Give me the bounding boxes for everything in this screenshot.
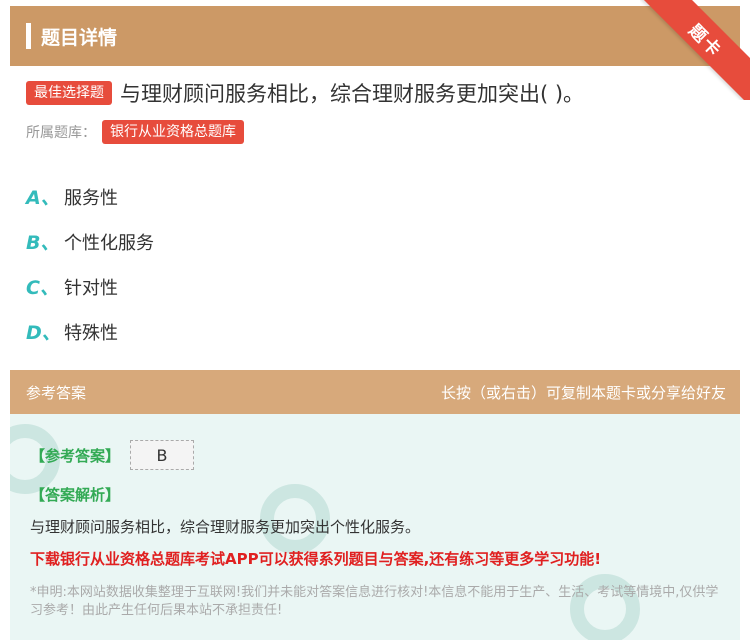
bank-row: 所属题库： 银行从业资格总题库	[26, 120, 244, 144]
ribbon-label: 题卡	[684, 20, 726, 62]
answer-body: 【参考答案】 B 【答案解析】 与理财顾问服务相比，综合理财服务更加突出个性化服…	[10, 414, 740, 640]
header-accent-bar	[26, 23, 31, 49]
option-letter: A、	[26, 187, 60, 209]
answer-header: 参考答案 长按（或右击）可复制本题卡或分享给好友	[10, 370, 740, 414]
app-promo-link[interactable]: 下载银行从业资格总题库考试APP可以获得系列题目与答案,还有练习等更多学习功能!	[30, 548, 601, 569]
share-hint: 长按（或右击）可复制本题卡或分享给好友	[440, 383, 726, 402]
question-type-tag: 最佳选择题	[26, 81, 112, 105]
question-text: 与理财顾问服务相比，综合理财服务更加突出( )。	[120, 82, 585, 106]
bank-label: 所属题库：	[26, 125, 96, 141]
answer-line: 【参考答案】 B	[30, 440, 195, 470]
option-letter: B、	[26, 232, 60, 254]
page: 题目详情 题卡 最佳选择题 与理财顾问服务相比，综合理财服务更加突出( )。 所…	[0, 0, 750, 640]
analysis-text: 与理财顾问服务相比，综合理财服务更加突出个性化服务。	[30, 518, 421, 536]
option-d[interactable]: D、 特殊性	[26, 309, 154, 354]
option-c[interactable]: C、 针对性	[26, 264, 154, 309]
analysis-label: 【答案解析】	[30, 486, 121, 504]
header-title: 题目详情	[41, 26, 118, 49]
option-a[interactable]: A、 服务性	[26, 174, 154, 219]
option-letter: C、	[26, 277, 59, 299]
disclaimer-text: *申明:本网站数据收集整理于互联网!我们并未能对答案信息进行核对!本信息不能用于…	[30, 585, 719, 618]
option-text: 个性化服务	[64, 232, 154, 254]
option-text: 服务性	[64, 187, 118, 209]
option-letter: D、	[26, 322, 61, 344]
question-row: 最佳选择题 与理财顾问服务相比，综合理财服务更加突出( )。	[26, 78, 726, 108]
option-text: 针对性	[64, 277, 118, 299]
option-text: 特殊性	[64, 322, 118, 344]
answer-value-box: B	[130, 440, 195, 470]
bank-tag[interactable]: 银行从业资格总题库	[102, 120, 244, 144]
detail-header: 题目详情	[10, 6, 740, 66]
answer-label: 【参考答案】	[30, 446, 121, 465]
option-b[interactable]: B、 个性化服务	[26, 219, 154, 264]
answer-section-title: 参考答案	[26, 383, 87, 402]
options-list: A、 服务性 B、 个性化服务 C、 针对性 D、 特殊性	[26, 174, 154, 354]
analysis-line: 【答案解析】	[30, 484, 120, 505]
